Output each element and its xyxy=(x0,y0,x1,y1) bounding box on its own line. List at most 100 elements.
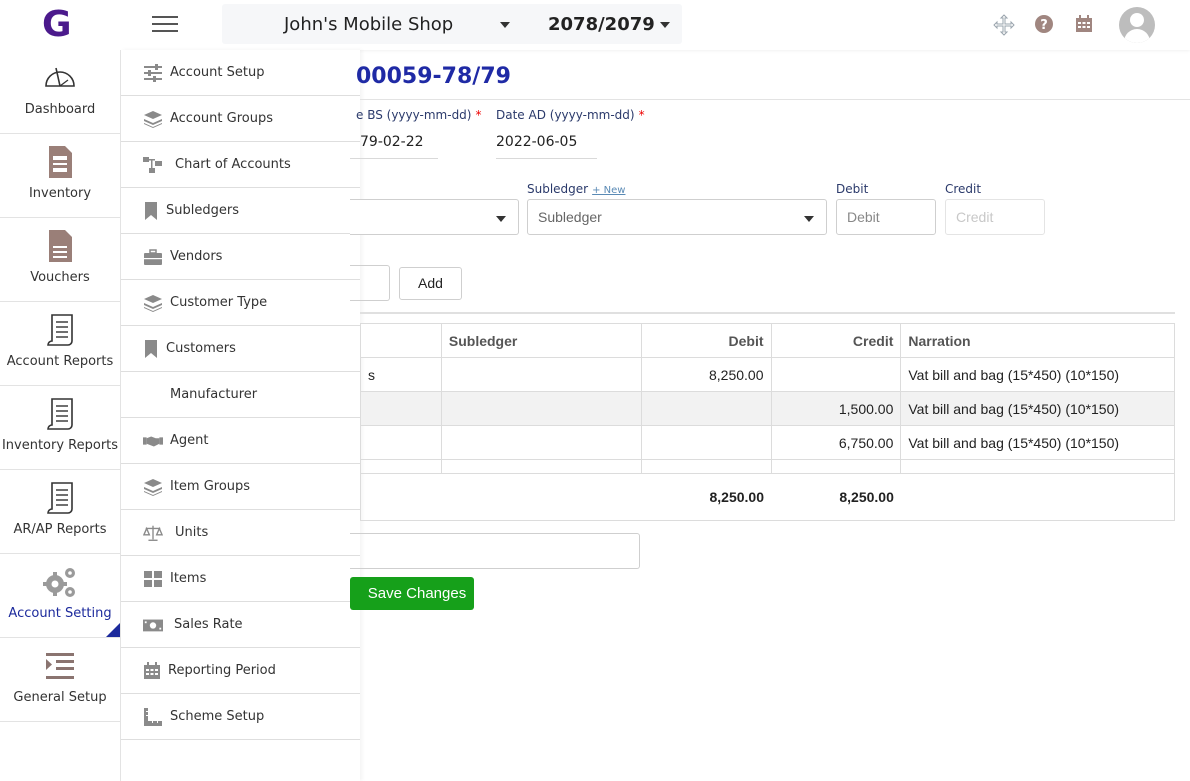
shop-select[interactable]: John's Mobile Shop xyxy=(284,14,453,35)
subledger-select[interactable]: Subledger xyxy=(527,199,827,235)
add-button[interactable]: Add xyxy=(399,267,462,300)
table-row[interactable]: 6,750.00 Vat bill and bag (15*450) (10*1… xyxy=(360,425,1175,460)
submenu-item-scheme-setup[interactable]: Scheme Setup xyxy=(121,694,360,740)
debit-input[interactable]: Debit xyxy=(836,199,936,235)
submenu-item-label: Scheme Setup xyxy=(170,709,265,724)
account-cell xyxy=(360,425,442,460)
sidebar-item-label: General Setup xyxy=(13,690,107,705)
table-row-spacer xyxy=(360,459,1175,474)
fiscal-year-select[interactable]: 2078/2079 xyxy=(548,14,655,35)
subledger-placeholder: Subledger xyxy=(538,209,602,225)
table-row[interactable]: s 8,250.00 Vat bill and bag (15*450) (10… xyxy=(360,357,1175,392)
submenu-item-customer-type[interactable]: Customer Type xyxy=(121,280,360,326)
money-bill-icon xyxy=(143,619,163,632)
submenu-item-reporting-period[interactable]: Reporting Period xyxy=(121,648,360,694)
submenu-item-label: Items xyxy=(170,571,207,586)
sidebar-item-inventory-reports[interactable]: Inventory Reports xyxy=(0,386,120,470)
credit-input[interactable]: Credit xyxy=(945,199,1045,235)
submenu-item-subledgers[interactable]: Subledgers xyxy=(121,188,360,234)
sidebar-item-ar-ap-reports[interactable]: AR/AP Reports xyxy=(0,470,120,554)
column-header: Debit xyxy=(640,323,772,358)
calendar-icon xyxy=(144,662,160,679)
debit-cell xyxy=(640,425,772,460)
active-indicator xyxy=(106,623,120,637)
date-ad-label: Date AD (yyyy-mm-dd) * xyxy=(496,108,645,122)
debit-placeholder: Debit xyxy=(847,209,880,225)
narration-cell: Vat bill and bag (15*450) (10*150) xyxy=(900,425,1175,460)
sidebar-item-label: Inventory Reports xyxy=(1,438,119,453)
submenu-item-label: Units xyxy=(175,525,209,540)
submenu-item-items[interactable]: Items xyxy=(121,556,360,602)
layers-icon xyxy=(144,295,162,312)
submenu-item-label: Agent xyxy=(170,433,209,448)
submenu-item-sales-rate[interactable]: Sales Rate xyxy=(121,602,360,648)
calendar-icon[interactable] xyxy=(1074,14,1094,39)
debit-label: Debit xyxy=(836,182,869,196)
indent-list-icon xyxy=(46,653,74,679)
column-header: Credit xyxy=(770,323,902,358)
submenu-item-customers[interactable]: Customers xyxy=(121,326,360,372)
submenu-item-label: Chart of Accounts xyxy=(175,157,291,172)
column-header: Subledger xyxy=(440,323,642,358)
submenu-item-label: Vendors xyxy=(170,249,223,264)
chevron-down-icon[interactable] xyxy=(500,22,510,28)
handshake-icon xyxy=(143,436,163,447)
total-credit: 8,250.00 xyxy=(771,473,901,521)
sitemap-icon xyxy=(143,157,162,173)
submenu-item-account-setup[interactable]: Account Setup xyxy=(121,50,360,96)
table-row[interactable]: 1,500.00 Vat bill and bag (15*450) (10*1… xyxy=(360,391,1175,426)
sidebar: Dashboard Inventory Vouchers Account Rep… xyxy=(0,50,121,781)
submenu-item-label: Manufacturer xyxy=(170,387,258,402)
sidebar-item-label: Inventory xyxy=(28,186,92,201)
submenu-item-vendors[interactable]: Vendors xyxy=(121,234,360,280)
new-subledger-link[interactable]: + New xyxy=(592,185,625,196)
dashboard-gauge-icon xyxy=(45,67,75,87)
sidebar-item-general-setup[interactable]: General Setup xyxy=(0,638,120,722)
credit-cell xyxy=(770,357,902,392)
submenu-item-account-groups[interactable]: Account Groups xyxy=(121,96,360,142)
app-logo[interactable]: G xyxy=(42,4,72,45)
date-bs-label: e BS (yyyy-mm-dd) * xyxy=(356,108,482,122)
sidebar-item-vouchers[interactable]: Vouchers xyxy=(0,218,120,302)
bookmark-icon xyxy=(145,340,157,358)
sidebar-item-account-reports[interactable]: Account Reports xyxy=(0,302,120,386)
help-icon[interactable]: ? xyxy=(1034,14,1054,39)
credit-cell: 1,500.00 xyxy=(770,391,902,426)
menu-toggle-button[interactable] xyxy=(152,16,178,34)
totals-row: 8,250.00 8,250.00 xyxy=(360,473,1175,521)
debit-cell: 8,250.00 xyxy=(640,357,772,392)
credit-label: Credit xyxy=(945,182,982,196)
submenu-item-item-groups[interactable]: Item Groups xyxy=(121,464,360,510)
chevron-down-icon[interactable] xyxy=(660,22,670,28)
gears-icon xyxy=(43,568,75,597)
sidebar-item-label: Vouchers xyxy=(30,270,90,285)
submenu-item-manufacturer[interactable]: Manufacturer xyxy=(121,372,360,418)
sidebar-item-label: AR/AP Reports xyxy=(13,522,107,537)
account-cell xyxy=(360,391,442,426)
account-select[interactable] xyxy=(350,199,519,235)
layers-icon xyxy=(144,111,162,128)
submenu-item-agent[interactable]: Agent xyxy=(121,418,360,464)
voucher-title: 00059-78/79 xyxy=(356,64,511,89)
save-changes-button[interactable]: Save Changes xyxy=(350,577,474,610)
sidebar-item-dashboard[interactable]: Dashboard xyxy=(0,50,120,134)
user-avatar[interactable] xyxy=(1119,7,1155,43)
inventory-doc-icon xyxy=(49,146,72,178)
sidebar-item-inventory[interactable]: Inventory xyxy=(0,134,120,218)
submenu-item-units[interactable]: Units xyxy=(121,510,360,556)
move-icon[interactable] xyxy=(993,14,1015,41)
remarks-input[interactable] xyxy=(350,533,640,569)
submenu-item-label: Account Setup xyxy=(170,65,265,80)
date-ad-input[interactable]: 2022-06-05 xyxy=(496,134,597,159)
chevron-down-icon xyxy=(496,216,506,222)
balance-scale-icon xyxy=(143,525,163,541)
date-bs-input[interactable]: 79-02-22 xyxy=(350,134,438,159)
narration-input[interactable] xyxy=(350,265,390,301)
entries-table: Subledger Debit Credit Narration s 8,250… xyxy=(360,323,1175,521)
sidebar-item-account-setting[interactable]: Account Setting xyxy=(0,554,120,638)
account-cell: s xyxy=(360,357,442,392)
sliders-icon xyxy=(144,64,162,82)
briefcase-icon xyxy=(144,249,162,265)
submenu-item-label: Subledgers xyxy=(166,203,239,218)
submenu-item-chart-of-accounts[interactable]: Chart of Accounts xyxy=(121,142,360,188)
